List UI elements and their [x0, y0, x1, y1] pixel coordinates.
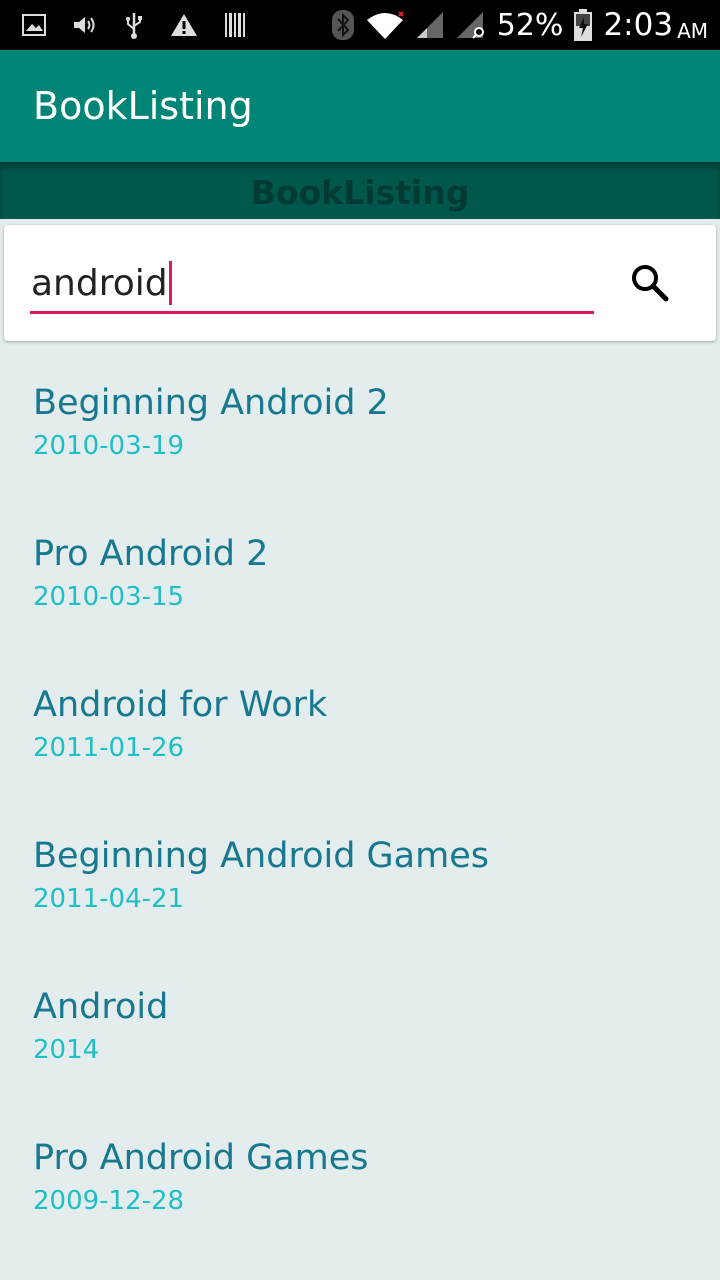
text-cursor [168, 261, 172, 305]
battery-percent: 52% [496, 7, 564, 43]
image-icon [22, 14, 46, 36]
book-title: Beginning Android Games [33, 836, 489, 876]
app-bar: BookListing [0, 50, 720, 162]
list-item[interactable]: Android for Work 2011-01-26 [0, 647, 720, 798]
list-item[interactable]: Pro Android Games 2009-12-28 [0, 1100, 720, 1251]
battery-charging-icon [573, 8, 593, 42]
book-date: 2009-12-28 [33, 1186, 185, 1216]
signal-search-icon [455, 10, 487, 40]
list-item[interactable]: Pro Android 2 2010-03-15 [0, 496, 720, 647]
clock-ampm: AM [677, 19, 708, 43]
notification-icons [22, 0, 246, 50]
book-title: Pro Android 2 [33, 534, 269, 574]
bluetooth-icon [331, 9, 355, 41]
search-input-value-wrap[interactable]: android [31, 261, 172, 305]
clock: 2:03 AM [603, 7, 708, 43]
search-input[interactable]: android [30, 255, 594, 314]
sub-header-title: BookListing [250, 173, 470, 212]
search-button[interactable] [626, 261, 674, 309]
usb-icon [124, 11, 144, 39]
list-item[interactable]: Android 2014 [0, 949, 720, 1100]
search-input-text[interactable]: android [31, 263, 168, 304]
clock-time: 2:03 [603, 7, 674, 43]
app-title: BookListing [33, 84, 253, 128]
list-item[interactable]: Beginning Android Games 2011-04-21 [0, 798, 720, 949]
system-icons: 52% 2:03 AM [331, 0, 708, 50]
barcode-icon [224, 12, 246, 38]
book-title: Pro Android Games [33, 1138, 369, 1178]
list-item[interactable]: Beginning Android 2 2010-03-19 [0, 345, 720, 496]
book-date: 2011-04-21 [33, 884, 185, 914]
book-title: Android for Work [33, 685, 328, 725]
search-icon[interactable] [630, 263, 670, 308]
book-date: 2010-03-15 [33, 582, 185, 612]
warning-icon [170, 13, 198, 37]
book-date: 2010-03-19 [33, 431, 185, 461]
signal-icon [415, 10, 445, 40]
wifi-icon [365, 10, 405, 40]
book-date: 2011-01-26 [33, 733, 185, 763]
sub-header-bar: BookListing [0, 162, 720, 219]
book-title: Beginning Android 2 [33, 383, 389, 423]
book-date: 2014 [33, 1035, 100, 1065]
search-card: android [4, 225, 716, 341]
status-bar: 52% 2:03 AM [0, 0, 720, 50]
book-title: Android [33, 987, 169, 1027]
volume-icon [72, 14, 98, 36]
